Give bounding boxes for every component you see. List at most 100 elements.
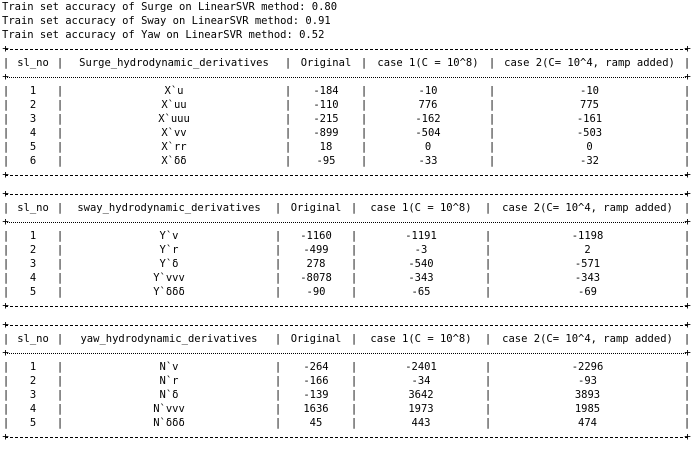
- column-separator: |: [683, 417, 691, 429]
- cell-original: 45: [309, 417, 323, 429]
- column-separator: |: [350, 375, 358, 387]
- cell-sl-no: 3: [29, 113, 37, 125]
- column-separator: |: [350, 333, 358, 345]
- corner-plus: +: [2, 346, 9, 359]
- cell-sl-no: 1: [29, 361, 37, 373]
- column-separator: |: [284, 141, 292, 153]
- table-row: | 4 | X`vv | -899 | -504 | -503 |: [2, 126, 691, 140]
- column-separator: |: [2, 113, 10, 125]
- cell-derivative: Y`v: [159, 230, 179, 242]
- cell-original: -139: [303, 389, 329, 401]
- column-separator: |: [284, 127, 292, 139]
- cell-case-1: 1973: [408, 403, 434, 415]
- column-separator: |: [350, 361, 358, 373]
- cell-sl-no: 5: [29, 417, 37, 429]
- corner-plus: +: [2, 187, 9, 200]
- column-separator: |: [683, 389, 691, 401]
- column-separator: |: [56, 258, 64, 270]
- column-separator: |: [274, 389, 282, 401]
- cell-original: 18: [319, 141, 333, 153]
- cell-sl-no: 4: [29, 127, 37, 139]
- corner-plus: +: [2, 318, 9, 331]
- column-separator: |: [2, 272, 10, 284]
- corner-plus: +: [2, 168, 9, 181]
- column-separator: |: [683, 403, 691, 415]
- column-separator: |: [2, 375, 10, 387]
- sway-accuracy-line: Train set accuracy of Sway on LinearSVR …: [2, 15, 331, 27]
- column-separator: |: [2, 57, 10, 69]
- table-row: | 5 | X`rr | 18 | 0 | 0 |: [2, 140, 691, 154]
- column-separator: |: [683, 244, 691, 256]
- column-separator: |: [2, 99, 10, 111]
- cell-case-1: 776: [418, 99, 438, 111]
- column-separator: |: [350, 272, 358, 284]
- column-separator: |: [488, 99, 496, 111]
- column-separator: |: [360, 155, 368, 167]
- header-separator: + +: [2, 70, 691, 84]
- column-separator: |: [683, 286, 691, 298]
- column-separator: |: [56, 141, 64, 153]
- table-header-row: | sl_no | Surge_hydrodynamic_derivatives | Or…: [2, 56, 691, 70]
- cell-case-2: -32: [580, 155, 599, 167]
- column-separator: |: [683, 375, 691, 387]
- column-separator: |: [56, 230, 64, 242]
- column-separator: |: [2, 141, 10, 153]
- sway-table: + + | sl_no | sway_hydrodynamic_derivatives | O…: [2, 182, 691, 313]
- column-separator: |: [360, 99, 368, 111]
- column-separator: |: [484, 403, 492, 415]
- column-separator: |: [274, 403, 282, 415]
- column-separator: |: [56, 286, 64, 298]
- cell-case-1: -33: [418, 155, 438, 167]
- column-separator: |: [274, 333, 282, 345]
- column-separator: |: [360, 113, 368, 125]
- cell-derivative: X`u: [164, 85, 184, 97]
- column-separator: |: [484, 286, 492, 298]
- column-separator: |: [2, 361, 10, 373]
- column-separator: |: [488, 57, 496, 69]
- table-row: | 2 | Y`r | -499 | -3 | 2 |: [2, 243, 691, 257]
- header-case-1: case 1(C = 10^8): [370, 333, 472, 345]
- table-header-row: | sl_no | yaw_hydrodynamic_derivatives | Orig…: [2, 332, 691, 346]
- cell-original: 1636: [303, 403, 329, 415]
- cell-case-1: -1191: [405, 230, 437, 242]
- column-separator: |: [683, 141, 691, 153]
- cell-derivative: N`v: [159, 361, 179, 373]
- cell-sl-no: 3: [29, 389, 37, 401]
- column-separator: |: [484, 258, 492, 270]
- column-separator: |: [2, 389, 10, 401]
- corner-plus: +: [684, 430, 691, 443]
- column-separator: |: [350, 244, 358, 256]
- column-separator: |: [683, 202, 691, 214]
- cell-case-2: -69: [578, 286, 597, 298]
- header-original: Original: [290, 202, 342, 214]
- header-original: Original: [300, 57, 352, 69]
- cell-case-2: -93: [578, 375, 597, 387]
- column-separator: |: [683, 230, 691, 242]
- column-separator: |: [274, 244, 282, 256]
- table-row: | 6 | X`δδ | -95 | -33 | -32 |: [2, 154, 691, 168]
- table-row: | 2 | X`uu | -110 | 776 | 775 |: [2, 98, 691, 112]
- table-top-border: + +: [2, 42, 691, 56]
- cell-original: 278: [306, 258, 326, 270]
- cell-sl-no: 2: [29, 244, 37, 256]
- column-separator: |: [274, 417, 282, 429]
- column-separator: |: [284, 155, 292, 167]
- column-separator: |: [484, 272, 492, 284]
- header-derivative: Surge_hydrodynamic_derivatives: [79, 57, 269, 69]
- column-separator: |: [56, 127, 64, 139]
- column-separator: |: [284, 113, 292, 125]
- column-separator: |: [683, 272, 691, 284]
- column-separator: |: [683, 361, 691, 373]
- header-original: Original: [290, 333, 342, 345]
- cell-case-1: 3642: [408, 389, 434, 401]
- cell-sl-no: 2: [29, 99, 37, 111]
- column-separator: |: [488, 141, 496, 153]
- column-separator: |: [683, 113, 691, 125]
- cell-sl-no: 4: [29, 272, 37, 284]
- column-separator: |: [274, 272, 282, 284]
- cell-original: -95: [316, 155, 336, 167]
- corner-plus: +: [2, 215, 9, 228]
- column-separator: |: [56, 244, 64, 256]
- header-derivative: yaw_hydrodynamic_derivatives: [80, 333, 258, 345]
- cell-case-2: 3893: [574, 389, 601, 401]
